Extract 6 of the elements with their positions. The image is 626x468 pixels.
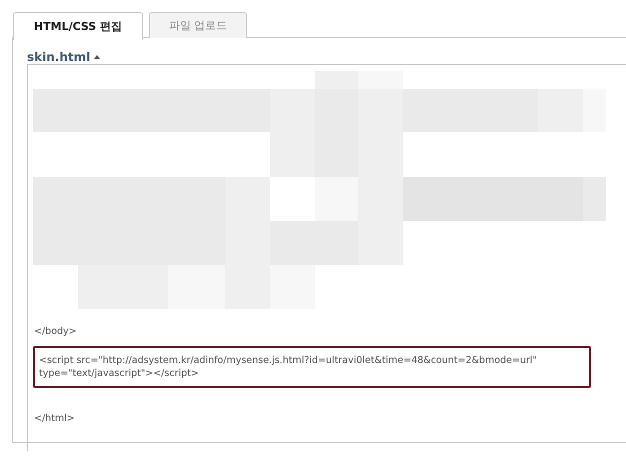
code-line: </html> — [33, 412, 76, 426]
code-line: </body> — [33, 325, 78, 339]
file-name[interactable]: skin.html — [27, 50, 90, 64]
caret-icon[interactable] — [94, 55, 100, 59]
code-editor[interactable]: </body> <script src="http://adsystem.kr/adinfo/mysense.js.html?id=ultravi0let&time=48&count=2&bmode=url" type="text/javascript"></script> </html> — [27, 64, 626, 451]
tab[interactable]: HTML/CSS 편집 — [13, 12, 143, 40]
